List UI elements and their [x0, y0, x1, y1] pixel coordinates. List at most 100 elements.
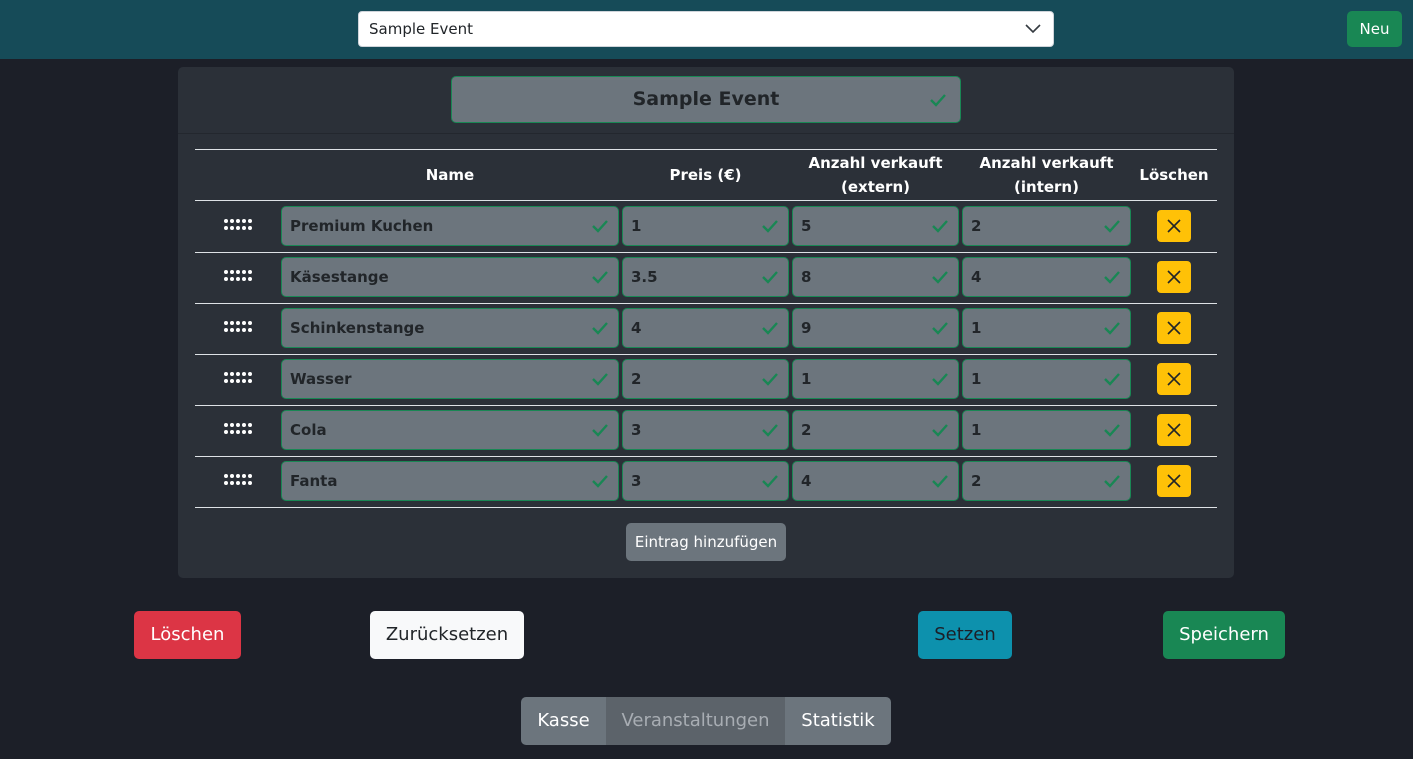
- item-name-input[interactable]: Schinkenstange: [281, 308, 619, 348]
- row-divider: [195, 507, 1217, 508]
- check-icon: [592, 475, 608, 488]
- check-icon: [932, 475, 948, 488]
- item-name-input[interactable]: Premium Kuchen: [281, 206, 619, 246]
- new-event-button[interactable]: Neu: [1347, 11, 1402, 47]
- item-price-value: 2: [631, 370, 642, 388]
- grip-icon: [224, 474, 252, 485]
- item-sold-internal-value: 1: [971, 319, 982, 337]
- check-icon: [1104, 475, 1120, 488]
- chevron-down-icon: [1025, 24, 1041, 34]
- event-name-input[interactable]: Sample Event: [451, 76, 961, 123]
- delete-row-button[interactable]: [1157, 312, 1191, 344]
- column-header-sold-external: Anzahl verkauft (extern): [792, 151, 959, 199]
- item-sold-internal-input[interactable]: 2: [962, 206, 1131, 246]
- x-icon: [1167, 270, 1181, 284]
- check-icon: [762, 322, 778, 335]
- check-icon: [1104, 271, 1120, 284]
- reset-button[interactable]: Zurücksetzen: [370, 611, 524, 659]
- delete-row-button[interactable]: [1157, 210, 1191, 242]
- check-icon: [1104, 373, 1120, 386]
- check-icon: [1104, 322, 1120, 335]
- table-top-border: [195, 149, 1217, 150]
- item-name-value: Käsestange: [290, 268, 389, 286]
- item-price-value: 3.5: [631, 268, 658, 286]
- check-icon: [592, 424, 608, 437]
- item-name-value: Schinkenstange: [290, 319, 425, 337]
- check-icon: [762, 475, 778, 488]
- grip-icon: [224, 219, 252, 230]
- item-sold-external-input[interactable]: 4: [792, 461, 959, 501]
- delete-row-button[interactable]: [1157, 261, 1191, 293]
- table-row: Cola 3 2 1: [178, 405, 1234, 456]
- event-select[interactable]: Sample Event: [358, 11, 1054, 47]
- table-row: Fanta 3 4 2: [178, 456, 1234, 507]
- item-sold-external-input[interactable]: 5: [792, 206, 959, 246]
- item-sold-external-value: 4: [801, 472, 812, 490]
- delete-event-button[interactable]: Löschen: [134, 611, 241, 659]
- item-sold-internal-value: 2: [971, 217, 982, 235]
- item-sold-external-value: 2: [801, 421, 812, 439]
- add-entry-button[interactable]: Eintrag hinzufügen: [626, 523, 786, 561]
- save-button[interactable]: Speichern: [1163, 611, 1285, 659]
- grip-icon: [224, 270, 252, 281]
- item-name-value: Fanta: [290, 472, 338, 490]
- item-sold-internal-input[interactable]: 2: [962, 461, 1131, 501]
- column-header-price: Preis (€): [669, 166, 742, 184]
- item-sold-external-value: 5: [801, 217, 812, 235]
- item-price-input[interactable]: 2: [622, 359, 789, 399]
- check-icon: [592, 373, 608, 386]
- x-icon: [1167, 474, 1181, 488]
- item-sold-external-input[interactable]: 8: [792, 257, 959, 297]
- item-name-value: Wasser: [290, 370, 352, 388]
- nav-kasse[interactable]: Kasse: [521, 697, 606, 745]
- column-header-delete: Löschen: [1139, 166, 1209, 184]
- item-sold-internal-value: 2: [971, 472, 982, 490]
- x-icon: [1167, 372, 1181, 386]
- item-sold-internal-input[interactable]: 1: [962, 359, 1131, 399]
- item-name-value: Premium Kuchen: [290, 217, 434, 235]
- item-sold-internal-value: 4: [971, 268, 982, 286]
- item-name-input[interactable]: Wasser: [281, 359, 619, 399]
- check-icon: [762, 271, 778, 284]
- item-sold-internal-value: 1: [971, 370, 982, 388]
- item-name-value: Cola: [290, 421, 327, 439]
- item-price-input[interactable]: 4: [622, 308, 789, 348]
- item-price-input[interactable]: 3: [622, 461, 789, 501]
- item-sold-internal-input[interactable]: 4: [962, 257, 1131, 297]
- grip-icon: [224, 372, 252, 383]
- item-sold-external-input[interactable]: 1: [792, 359, 959, 399]
- item-name-input[interactable]: Käsestange: [281, 257, 619, 297]
- set-button[interactable]: Setzen: [918, 611, 1012, 659]
- check-icon: [1104, 424, 1120, 437]
- column-header-sold-internal-line1: Anzahl verkauft: [979, 154, 1114, 172]
- event-editor-card: Sample Event Name Preis (€) Anzahl verka…: [178, 67, 1234, 578]
- check-icon: [932, 373, 948, 386]
- x-icon: [1167, 423, 1181, 437]
- column-header-sold-external-line2: (extern): [841, 178, 910, 196]
- nav-events[interactable]: Veranstaltungen: [606, 697, 785, 745]
- check-icon: [762, 220, 778, 233]
- grip-icon: [224, 423, 252, 434]
- item-sold-internal-input[interactable]: 1: [962, 410, 1131, 450]
- item-price-value: 3: [631, 472, 642, 490]
- grip-icon: [224, 321, 252, 332]
- check-icon: [592, 220, 608, 233]
- item-name-input[interactable]: Fanta: [281, 461, 619, 501]
- check-icon: [762, 373, 778, 386]
- item-price-input[interactable]: 3.5: [622, 257, 789, 297]
- check-icon: [930, 94, 946, 107]
- item-price-input[interactable]: 3: [622, 410, 789, 450]
- delete-row-button[interactable]: [1157, 363, 1191, 395]
- item-name-input[interactable]: Cola: [281, 410, 619, 450]
- delete-row-button[interactable]: [1157, 465, 1191, 497]
- item-sold-external-value: 8: [801, 268, 812, 286]
- nav-statistik[interactable]: Statistik: [785, 697, 891, 745]
- item-sold-external-input[interactable]: 9: [792, 308, 959, 348]
- table-row: Schinkenstange 4 9 1: [178, 303, 1234, 354]
- event-name-value: Sample Event: [632, 88, 780, 110]
- delete-row-button[interactable]: [1157, 414, 1191, 446]
- item-sold-internal-input[interactable]: 1: [962, 308, 1131, 348]
- item-sold-external-input[interactable]: 2: [792, 410, 959, 450]
- item-price-input[interactable]: 1: [622, 206, 789, 246]
- check-icon: [1104, 220, 1120, 233]
